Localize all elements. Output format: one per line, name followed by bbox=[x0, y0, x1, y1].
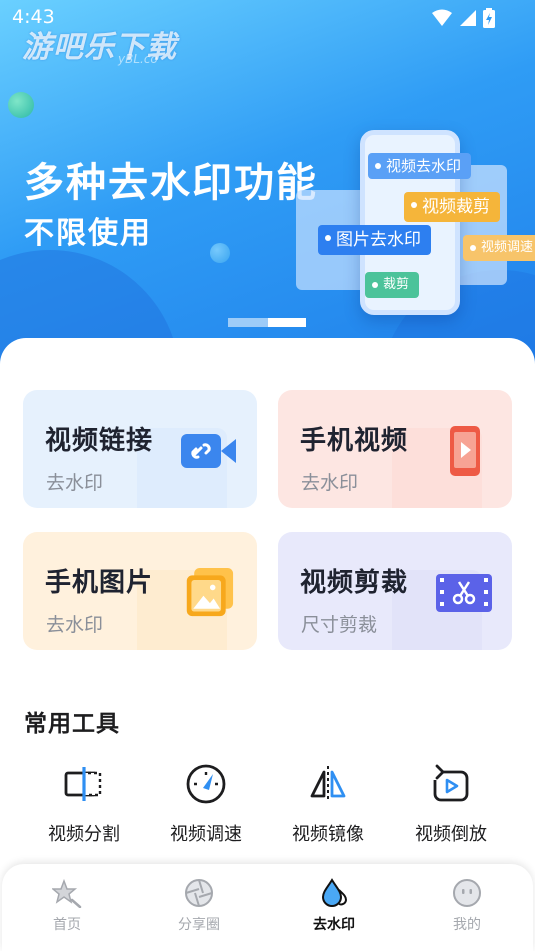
card-title: 视频剪裁 bbox=[300, 568, 409, 598]
feature-card-phone-image[interactable]: 手机图片 去水印 bbox=[23, 532, 257, 650]
reverse-icon bbox=[433, 764, 469, 802]
tab-label: 首页 bbox=[53, 917, 81, 933]
banner-bubble bbox=[210, 243, 230, 263]
wifi-icon bbox=[432, 9, 452, 26]
banner-bubble bbox=[8, 92, 34, 118]
water-drop-icon bbox=[321, 878, 348, 907]
banner-tag: 裁剪 bbox=[365, 272, 420, 298]
banner-title: 多种去水印功能 bbox=[24, 160, 318, 206]
phone-image-icon bbox=[186, 568, 234, 617]
card-title: 手机图片 bbox=[45, 568, 154, 598]
feature-card-phone-video[interactable]: 手机视频 去水印 bbox=[278, 390, 512, 508]
tool-video-reverse[interactable]: 视频倒放 bbox=[401, 762, 501, 846]
carousel-dot-active[interactable] bbox=[268, 318, 306, 327]
feature-card-video-link[interactable]: 视频链接 去水印 bbox=[23, 390, 257, 508]
aperture-icon bbox=[185, 879, 213, 907]
phone-video-icon bbox=[450, 426, 480, 476]
home-star-icon bbox=[52, 878, 82, 908]
banner-subtitle: 不限使用 bbox=[24, 216, 152, 251]
video-link-icon bbox=[181, 434, 236, 468]
mirror-icon bbox=[310, 766, 346, 802]
tool-label: 视频调速 bbox=[170, 824, 242, 845]
tool-video-split[interactable]: 视频分割 bbox=[34, 762, 134, 846]
profile-face-icon bbox=[453, 879, 481, 907]
card-subtitle: 去水印 bbox=[301, 472, 359, 494]
cell-signal-icon bbox=[460, 10, 476, 26]
tab-share-circle[interactable]: 分享圈 bbox=[144, 878, 254, 934]
tool-video-mirror[interactable]: 视频镜像 bbox=[278, 762, 378, 846]
banner-tag: 视频去水印 bbox=[368, 153, 472, 179]
tool-label: 视频倒放 bbox=[415, 824, 487, 845]
tab-home[interactable]: 首页 bbox=[12, 878, 122, 934]
bottom-tab-bar: 首页 分享圈 去水印 我的 bbox=[2, 864, 533, 951]
banner[interactable]: 4:43 游吧乐下载 yBL.co 多种去水印功能 不限使用 视频去水印 视频裁… bbox=[0, 0, 535, 380]
tool-label: 视频分割 bbox=[48, 824, 120, 845]
tab-label: 分享圈 bbox=[178, 917, 220, 933]
card-subtitle: 尺寸剪裁 bbox=[301, 614, 378, 636]
banner-tag: 图片去水印 bbox=[318, 225, 431, 255]
battery-icon bbox=[483, 8, 495, 28]
banner-tag: 视频调速 bbox=[463, 235, 535, 261]
carousel-indicator[interactable] bbox=[228, 318, 306, 327]
tab-label: 去水印 bbox=[313, 917, 355, 933]
split-icon bbox=[64, 767, 102, 801]
card-title: 手机视频 bbox=[300, 426, 409, 456]
feature-card-video-crop[interactable]: 视频剪裁 尺寸剪裁 bbox=[278, 532, 512, 650]
carousel-dot[interactable] bbox=[228, 318, 268, 327]
tool-video-speed[interactable]: 视频调速 bbox=[156, 762, 256, 846]
tab-profile[interactable]: 我的 bbox=[412, 878, 522, 934]
watermark-logo-sub: yBL.co bbox=[118, 52, 158, 66]
tool-label: 视频镜像 bbox=[292, 824, 364, 845]
banner-illustration-document bbox=[455, 165, 507, 285]
video-crop-icon bbox=[436, 574, 492, 612]
tools-section-title: 常用工具 bbox=[24, 711, 120, 737]
card-title: 视频链接 bbox=[45, 426, 154, 456]
speed-icon bbox=[186, 764, 226, 804]
tab-remove-watermark[interactable]: 去水印 bbox=[279, 878, 389, 934]
card-subtitle: 去水印 bbox=[46, 614, 104, 636]
banner-tag: 视频裁剪 bbox=[404, 192, 500, 222]
tab-label: 我的 bbox=[453, 917, 481, 933]
card-subtitle: 去水印 bbox=[46, 472, 104, 494]
